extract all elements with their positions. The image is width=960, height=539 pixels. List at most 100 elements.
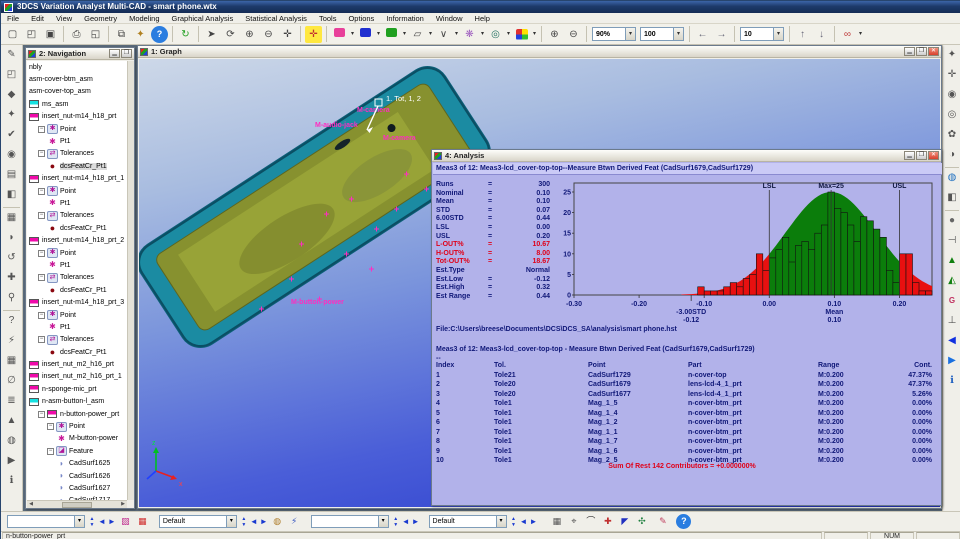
tree-item-n-sponge-mic-prt[interactable]: n-sponge-mic_prt <box>27 383 127 395</box>
tree-item-pt1[interactable]: ✱Pt1 <box>27 321 127 333</box>
style-combo[interactable]: Default▾ <box>429 515 507 528</box>
tree-item-n-button-power-prt[interactable]: −n-button-power_prt <box>27 408 127 420</box>
tree-item-point[interactable]: −✱Point <box>27 309 127 321</box>
zoom-percent-combo[interactable]: 90%▾ <box>592 27 636 41</box>
tree-item-pt1[interactable]: ✱Pt1 <box>27 135 127 147</box>
tree-collapse-icon[interactable]: − <box>38 336 45 343</box>
tree-item-cadsurf1626[interactable]: ◗CadSurf1626 <box>27 470 127 482</box>
rotate-view-icon[interactable]: ⟳ <box>222 26 239 43</box>
lasso-icon[interactable]: ⌒ <box>583 514 598 529</box>
spinner-control[interactable]: ▲▼ <box>392 516 400 528</box>
navigation-minimize-button[interactable]: ▁ <box>109 49 120 58</box>
tree-item-feature[interactable]: −◪Feature <box>27 445 127 457</box>
dropdown-arrow-icon[interactable]: ▾ <box>427 26 434 43</box>
sweep-icon[interactable]: ↺ <box>3 250 21 267</box>
tree-item-cadsurf1627[interactable]: ◗CadSurf1627 <box>27 482 127 494</box>
part-pink-icon[interactable] <box>331 26 348 43</box>
tree-item-asm-cover-top-asm[interactable]: asm-cover-top_asm <box>27 86 127 98</box>
arrow-right-icon[interactable]: ▶ <box>944 353 960 370</box>
tree-collapse-icon[interactable]: − <box>38 274 45 281</box>
sphere-icon[interactable]: ● <box>944 213 960 230</box>
lightning-icon[interactable]: ⚡ <box>287 514 302 529</box>
min-max-icon[interactable]: ◍ <box>3 433 21 450</box>
plus-red-icon[interactable]: ✚ <box>600 514 615 529</box>
help-icon[interactable]: ? <box>151 26 168 43</box>
menu-statistical-analysis[interactable]: Statistical Analysis <box>239 13 313 23</box>
dropdown-arrow-icon[interactable]: ▾ <box>453 26 460 43</box>
graph-minimize-button[interactable]: ▁ <box>904 47 915 56</box>
point-measure-icon[interactable]: ◎ <box>944 107 960 124</box>
label-icon[interactable]: ✎ <box>3 47 21 64</box>
analysis-title-bar[interactable]: 4: Analysis ▁ ❐ ✕ <box>432 150 941 162</box>
part-green-icon[interactable] <box>383 26 400 43</box>
point-pair-icon[interactable]: ◑ <box>944 147 960 164</box>
prev-arrow-icon[interactable]: ◄ <box>520 514 528 530</box>
matrix-icon[interactable]: ▦ <box>3 353 21 370</box>
tree-item-tolerances[interactable]: −⇄Tolerances <box>27 272 127 284</box>
help-icon[interactable]: ? <box>3 313 21 330</box>
menu-help[interactable]: Help <box>469 13 496 23</box>
navigation-vertical-scrollbar[interactable] <box>127 61 134 500</box>
off-icon[interactable]: ∅ <box>3 373 21 390</box>
spinner-control[interactable]: ▲▼ <box>240 516 248 528</box>
table-row[interactable]: 6Tole1Mag_1_2n-cover-btm_prtM:0.2000.00% <box>436 419 936 429</box>
steps-icon[interactable]: ≣ <box>3 393 21 410</box>
render-icon[interactable]: ◧ <box>3 187 21 204</box>
chart-colored-icon[interactable]: ▨ <box>118 514 133 529</box>
navigation-title-bar[interactable]: 2: Navigation ▁ ❐ <box>26 48 134 60</box>
tree-item-point[interactable]: −✱Point <box>27 420 127 432</box>
table-row[interactable]: 1Tole21CadSurf1729n-cover-topM:0.20047.3… <box>436 372 936 382</box>
point-gear-icon[interactable]: ✿ <box>944 127 960 144</box>
style-combo-dropdown-icon[interactable]: ▾ <box>496 516 506 527</box>
next-arrow-icon[interactable]: ► <box>260 514 268 530</box>
analysis-close-button[interactable]: ✕ <box>928 151 939 160</box>
find-icon[interactable]: ◆ <box>3 87 21 104</box>
spot-weld-icon[interactable]: ⚲ <box>3 290 21 307</box>
stats-icon[interactable]: ▲ <box>3 413 21 430</box>
view-combo-dropdown-icon[interactable]: ▾ <box>226 516 236 527</box>
tree-collapse-icon[interactable]: − <box>47 423 54 430</box>
tree-item-n-asm-button-l-asm[interactable]: n-asm-button-l_asm <box>27 396 127 408</box>
lamp-icon[interactable]: ◍ <box>270 514 285 529</box>
down-icon[interactable]: ↓ <box>813 26 830 43</box>
tree-collapse-icon[interactable]: − <box>38 150 45 157</box>
back-icon[interactable]: ← <box>694 26 711 43</box>
target-icon[interactable]: ◉ <box>3 147 21 164</box>
bend-icon[interactable]: ◗ <box>3 230 21 247</box>
tree-item-insert-nut-m2-h16-prt[interactable]: insert_nut_m2_h16_prt <box>27 358 127 370</box>
new-icon[interactable]: ▢ <box>4 26 21 43</box>
tree-item-ms-asm[interactable]: ms_asm <box>27 98 127 110</box>
filter-combo-dropdown-icon[interactable]: ▾ <box>378 516 388 527</box>
prev-arrow-icon[interactable]: ◄ <box>98 514 106 530</box>
wireframe-icon[interactable]: ▱ <box>409 26 426 43</box>
axis-origin-icon[interactable]: ⊥ <box>944 313 960 330</box>
tree-collapse-icon[interactable]: − <box>38 312 45 319</box>
next-arrow-icon[interactable]: ► <box>412 514 420 530</box>
table-row[interactable]: 9Tole1Mag_1_6n-cover-btm_prtM:0.2000.00% <box>436 448 936 458</box>
menu-edit[interactable]: Edit <box>25 13 50 23</box>
tree-item-dcsfeatcr-pt1[interactable]: ●dcsFeatCr_Pt1 <box>27 284 127 296</box>
step-combo-dropdown-icon[interactable]: ▾ <box>773 28 783 40</box>
step-combo[interactable]: 10▾ <box>740 27 784 41</box>
table-row[interactable]: 8Tole1Mag_1_7n-cover-btm_prtM:0.2000.00% <box>436 438 936 448</box>
design-tools-icon[interactable]: ✦ <box>944 47 960 64</box>
table-row[interactable]: 3Tole20CadSurf1677lens-lcd-4_1_prtM:0.20… <box>436 391 936 401</box>
zoom-percent-combo-dropdown-icon[interactable]: ▾ <box>625 28 635 40</box>
open-icon[interactable]: ◰ <box>23 26 40 43</box>
tree-item-pt1[interactable]: ✱Pt1 <box>27 259 127 271</box>
info-icon[interactable]: ℹ <box>3 473 21 490</box>
tree-collapse-icon[interactable]: − <box>38 411 45 418</box>
table-row[interactable]: 4Tole1Mag_1_5n-cover-btm_prtM:0.2000.00% <box>436 400 936 410</box>
tree-collapse-icon[interactable]: − <box>38 188 45 195</box>
menu-options[interactable]: Options <box>342 13 380 23</box>
part-blue-icon[interactable] <box>357 26 374 43</box>
prev-arrow-icon[interactable]: ◄ <box>250 514 258 530</box>
select-arrow-icon[interactable]: ➤ <box>203 26 220 43</box>
paint-icon[interactable]: ▦ <box>3 210 21 227</box>
analysis-minimize-button[interactable]: ▁ <box>904 151 915 160</box>
tree-collapse-icon[interactable]: − <box>38 212 45 219</box>
view-combo[interactable]: Default▾ <box>159 515 237 528</box>
tree-collapse-icon[interactable]: − <box>38 126 45 133</box>
tree-item-insert-nut-m2-h16-prt-1[interactable]: insert_nut_m2_h16_prt_1 <box>27 371 127 383</box>
menu-file[interactable]: File <box>1 13 25 23</box>
